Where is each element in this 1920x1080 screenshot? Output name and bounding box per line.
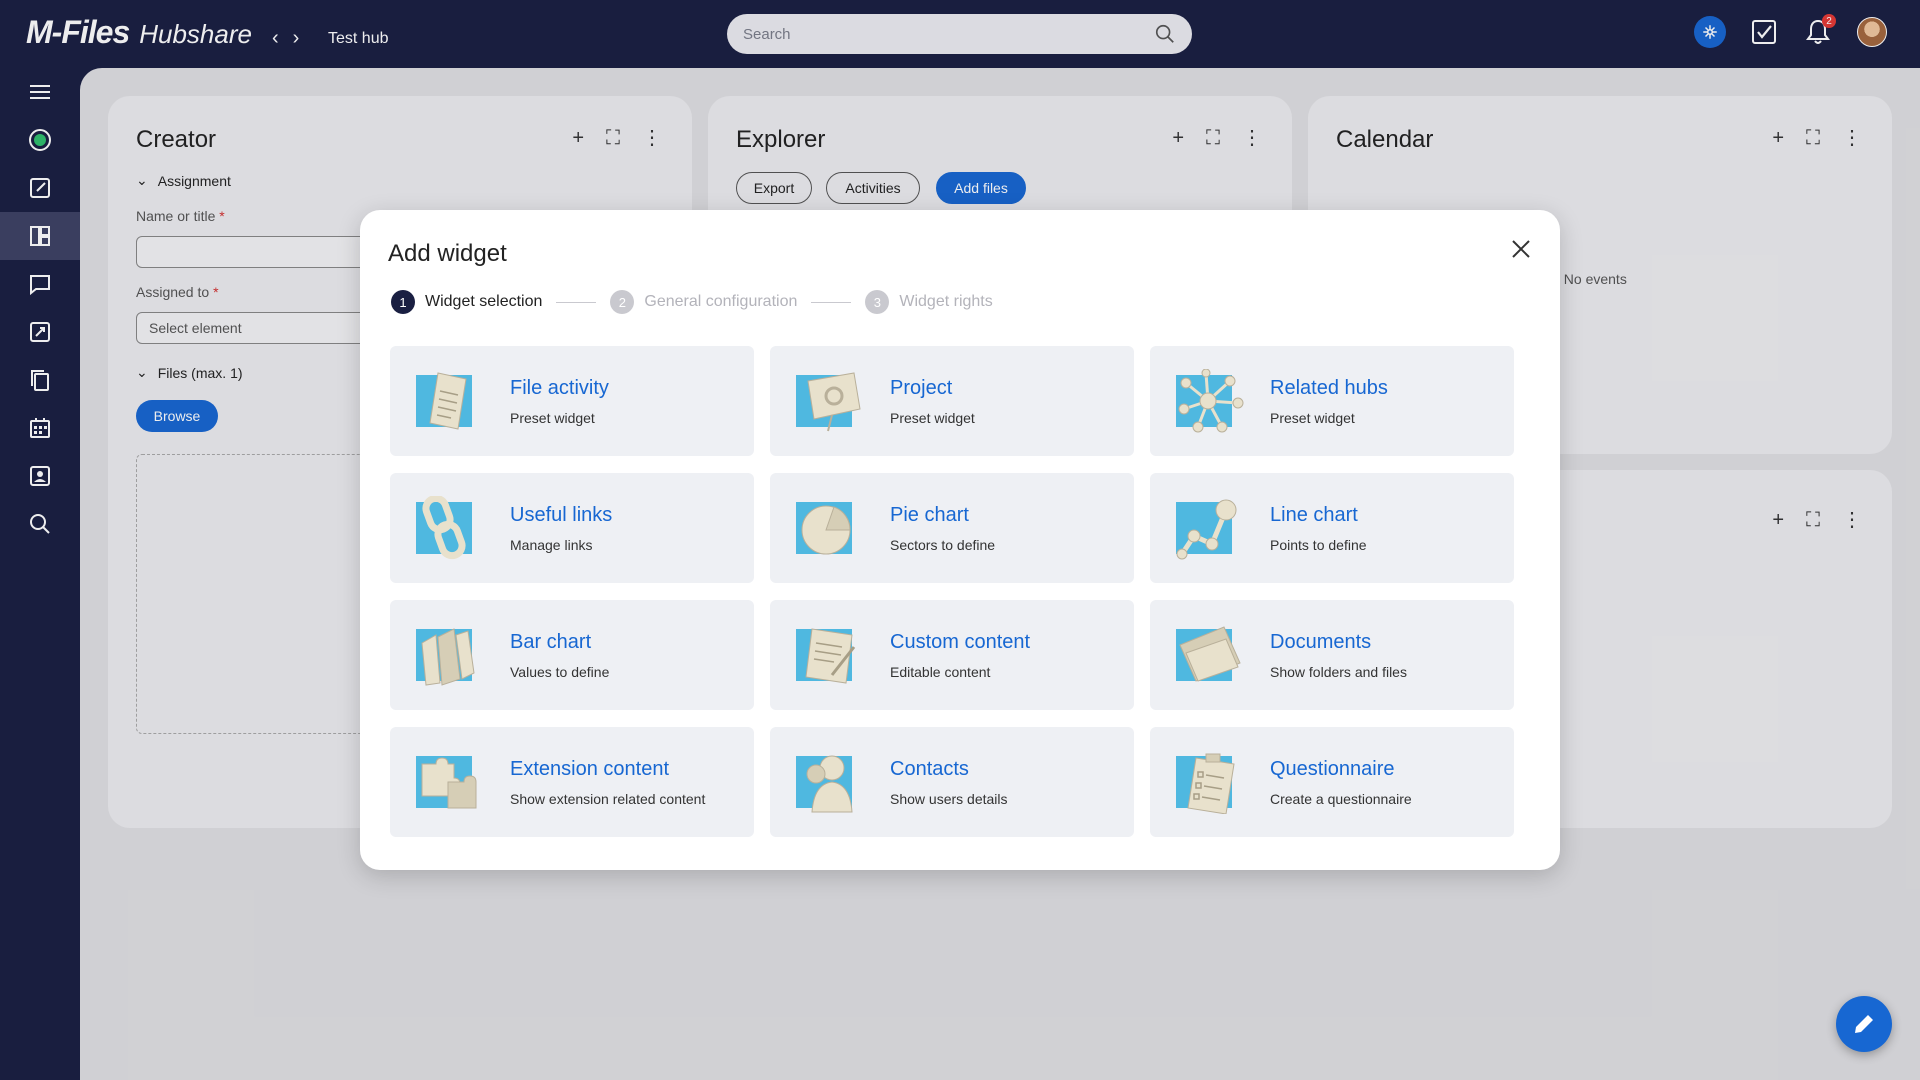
widget-tile-related-hubs[interactable]: Related hubs Preset widget <box>1150 346 1514 456</box>
step-general-configuration[interactable]: 2 General configuration <box>610 290 797 314</box>
widget-tile-contacts[interactable]: Contacts Show users details <box>770 727 1134 837</box>
tile-subtitle: Preset widget <box>1270 409 1355 426</box>
custom-content-icon <box>796 628 856 684</box>
widget-tile-documents[interactable]: Documents Show folders and files <box>1150 600 1514 710</box>
widget-tile-custom-content[interactable]: Custom content Editable content <box>770 600 1134 710</box>
pie-chart-icon <box>796 502 852 555</box>
tile-title: Bar chart <box>510 630 592 653</box>
tile-subtitle: Points to define <box>1270 536 1367 553</box>
tile-title: Custom content <box>890 630 1031 653</box>
related-hubs-icon <box>1176 369 1244 433</box>
modal-title: Add widget <box>388 240 507 267</box>
extension-content-icon <box>416 756 477 809</box>
tile-subtitle: Values to define <box>510 663 610 680</box>
tile-subtitle: Manage links <box>510 536 593 553</box>
tile-title: Extension content <box>510 757 669 780</box>
documents-icon <box>1176 626 1241 682</box>
tile-title: Contacts <box>890 757 969 780</box>
step-number: 1 <box>391 290 415 314</box>
tile-subtitle: Show folders and files <box>1270 663 1407 680</box>
tile-title: Pie chart <box>890 503 969 526</box>
tile-title: Documents <box>1270 630 1372 653</box>
tile-text: Bar chart Values to define <box>510 631 609 680</box>
step-number: 3 <box>865 290 890 314</box>
tile-text: Custom content Editable content <box>890 631 1030 680</box>
widget-tile-questionnaire[interactable]: Questionnaire Create a questionnaire <box>1150 727 1514 837</box>
file-activity-icon <box>416 372 472 430</box>
step-connector <box>556 301 597 303</box>
pencil-icon <box>1855 1015 1873 1033</box>
widget-tile-useful-links[interactable]: Useful links Manage links <box>390 473 754 583</box>
tile-title: Line chart <box>1270 503 1358 526</box>
widget-tile-file-activity[interactable]: File activity Preset widget <box>390 346 754 456</box>
step-connector <box>811 301 852 303</box>
widget-tile-pie-chart[interactable]: Pie chart Sectors to define <box>770 473 1134 583</box>
widget-tile-extension-content[interactable]: Extension content Show extension related… <box>390 727 754 837</box>
tile-text: Extension content Show extension related… <box>510 758 705 807</box>
step-label: Widget selection <box>425 293 543 310</box>
tile-subtitle: Editable content <box>890 663 991 680</box>
step-widget-rights[interactable]: 3 Widget rights <box>865 290 993 314</box>
tile-text: Contacts Show users details <box>890 758 1008 807</box>
tile-text: Pie chart Sectors to define <box>890 504 995 553</box>
tile-subtitle: Show users details <box>890 790 1008 807</box>
tile-text: Useful links Manage links <box>510 504 612 553</box>
widget-grid: File activity Preset widget Project Pres… <box>390 346 1514 837</box>
tile-subtitle: Preset widget <box>890 409 975 426</box>
tile-subtitle: Create a questionnaire <box>1270 790 1412 807</box>
tile-title: Useful links <box>510 503 613 526</box>
step-label: General configuration <box>644 293 798 310</box>
close-icon[interactable] <box>1508 236 1534 262</box>
useful-links-icon <box>416 496 472 560</box>
tile-subtitle: Sectors to define <box>890 536 996 553</box>
tile-text: File activity Preset widget <box>510 377 609 426</box>
tile-title: Related hubs <box>1270 376 1388 399</box>
tile-text: Project Preset widget <box>890 377 975 426</box>
step-number: 2 <box>610 290 635 314</box>
edit-fab-button[interactable] <box>1836 996 1892 1052</box>
tile-subtitle: Preset widget <box>510 409 595 426</box>
step-widget-selection[interactable]: 1 Widget selection <box>391 290 542 314</box>
tile-text: Questionnaire Create a questionnaire <box>1270 758 1412 807</box>
tile-text: Line chart Points to define <box>1270 504 1367 553</box>
tile-title: File activity <box>510 376 609 399</box>
tile-title: Project <box>890 376 953 399</box>
tile-subtitle: Show extension related content <box>510 790 706 807</box>
tile-text: Documents Show folders and files <box>1270 631 1407 680</box>
tile-title: Questionnaire <box>1270 757 1395 780</box>
project-icon <box>796 372 861 432</box>
stepper: 1 Widget selection 2 General configurati… <box>391 290 993 314</box>
step-label: Widget rights <box>899 293 993 310</box>
widget-tile-project[interactable]: Project Preset widget <box>770 346 1134 456</box>
widget-tile-bar-chart[interactable]: Bar chart Values to define <box>390 600 754 710</box>
tile-text: Related hubs Preset widget <box>1270 377 1388 426</box>
line-chart-icon <box>1176 499 1237 560</box>
questionnaire-icon <box>1176 753 1235 814</box>
widget-tile-line-chart[interactable]: Line chart Points to define <box>1150 473 1514 583</box>
contacts-icon <box>796 755 853 813</box>
bar-chart-icon <box>416 628 475 686</box>
add-widget-modal: Add widget 1 Widget selection 2 General … <box>360 210 1560 870</box>
